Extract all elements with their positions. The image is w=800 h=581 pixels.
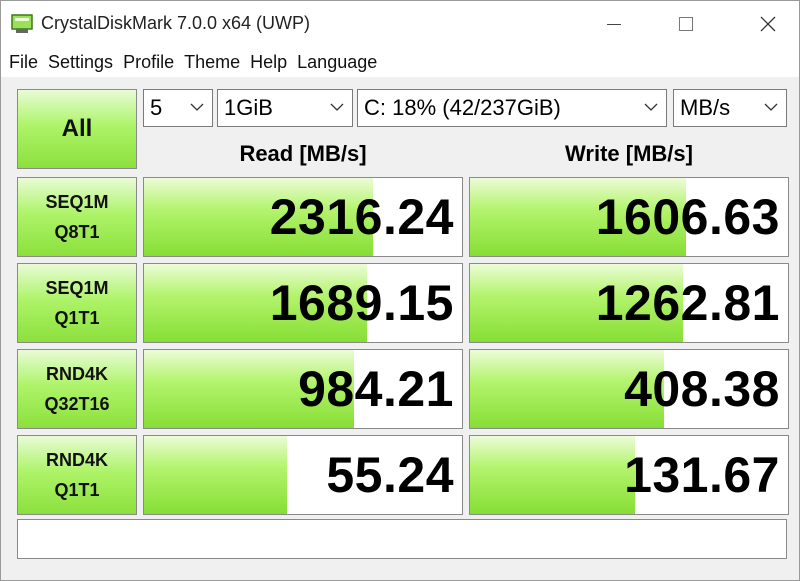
chevron-down-icon <box>190 103 204 111</box>
title-bar: CrystalDiskMark 7.0.0 x64 (UWP) <box>1 1 799 47</box>
minimize-icon <box>607 23 621 25</box>
read-column-header: Read [MB/s] <box>239 141 367 166</box>
write-result-value: 1262.81 <box>595 275 780 331</box>
write-result-value: 1606.63 <box>595 189 780 245</box>
menu-settings[interactable]: Settings <box>48 52 113 73</box>
write-result-value: 131.67 <box>624 447 780 503</box>
chevron-down-icon <box>330 103 344 111</box>
menu-theme[interactable]: Theme <box>184 52 240 73</box>
menu-profile[interactable]: Profile <box>123 52 174 73</box>
window-title: CrystalDiskMark 7.0.0 x64 (UWP) <box>41 13 311 33</box>
test-count-select[interactable]: 5 <box>143 89 213 127</box>
read-result-value: 55.24 <box>326 447 454 503</box>
test-button-line1: SEQ1M <box>45 192 109 212</box>
write-result-cell: 1262.81 <box>469 263 789 343</box>
read-result-cell: 55.24 <box>143 435 463 515</box>
write-result-cell: 1606.63 <box>469 177 789 257</box>
drive-value: C: 18% (42/237GiB) <box>364 95 561 120</box>
benchmark-panel: All 5 1GiB C: 18% (42/237GiB) MB/s Read … <box>5 81 795 575</box>
app-window: CrystalDiskMark 7.0.0 x64 (UWP) File Set… <box>0 0 800 581</box>
chevron-down-icon <box>644 103 658 111</box>
read-result-value: 2316.24 <box>269 189 454 245</box>
test-button-line2: Q1T1 <box>54 480 100 500</box>
test-button-rnd4k-q1t1[interactable]: RND4K Q1T1 <box>17 435 137 515</box>
test-button-line1: SEQ1M <box>45 278 109 298</box>
read-result-cell: 984.21 <box>143 349 463 429</box>
maximize-icon <box>679 17 693 31</box>
minimize-button[interactable] <box>583 1 645 47</box>
test-button-seq1m-q1t1[interactable]: SEQ1M Q1T1 <box>17 263 137 343</box>
menu-bar: File Settings Profile Theme Help Languag… <box>1 47 799 77</box>
read-score-bar <box>144 436 288 514</box>
write-score-bar <box>470 436 636 514</box>
menu-help[interactable]: Help <box>250 52 287 73</box>
test-button-line1: RND4K <box>45 364 108 384</box>
read-result-cell: 2316.24 <box>143 177 463 257</box>
test-button-line2: Q8T1 <box>54 222 100 242</box>
close-icon <box>760 16 776 32</box>
test-button-seq1m-q8t1[interactable]: SEQ1M Q8T1 <box>17 177 137 257</box>
chevron-down-icon <box>764 103 778 111</box>
unit-value: MB/s <box>680 95 731 120</box>
write-result-cell: 408.38 <box>469 349 789 429</box>
menu-language[interactable]: Language <box>297 52 377 73</box>
all-button-label: All <box>61 115 93 142</box>
all-button[interactable]: All <box>17 89 137 169</box>
write-result-cell: 131.67 <box>469 435 789 515</box>
test-size-value: 1GiB <box>224 95 273 120</box>
write-column-header: Write [MB/s] <box>565 141 693 166</box>
comment-field[interactable] <box>17 519 787 559</box>
test-button-line2: Q32T16 <box>44 394 110 414</box>
drive-select[interactable]: C: 18% (42/237GiB) <box>357 89 667 127</box>
read-result-cell: 1689.15 <box>143 263 463 343</box>
test-button-line2: Q1T1 <box>54 308 100 328</box>
unit-select[interactable]: MB/s <box>673 89 787 127</box>
test-button-line1: RND4K <box>45 450 108 470</box>
write-result-value: 408.38 <box>624 361 780 417</box>
close-button[interactable] <box>737 1 799 47</box>
menu-file[interactable]: File <box>9 52 38 73</box>
test-size-select[interactable]: 1GiB <box>217 89 353 127</box>
test-count-value: 5 <box>150 95 163 120</box>
test-button-rnd4k-q32t16[interactable]: RND4K Q32T16 <box>17 349 137 429</box>
disk-app-icon <box>11 14 33 34</box>
read-result-value: 1689.15 <box>269 275 454 331</box>
maximize-button[interactable] <box>655 1 717 47</box>
read-result-value: 984.21 <box>298 361 454 417</box>
